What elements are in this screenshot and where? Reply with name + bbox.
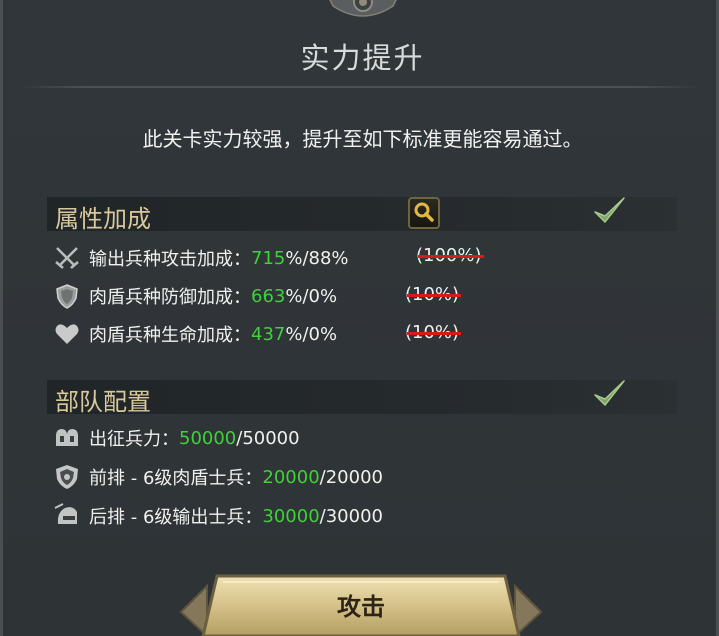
attack-button-label: 攻击 xyxy=(337,593,385,621)
troop-section-header: 部队配置 xyxy=(47,380,677,416)
troop-row-front: 前排 - 6级肉盾士兵： 20000/20000 xyxy=(53,462,383,492)
strike-line xyxy=(407,331,462,335)
attribute-target-value: %/88% xyxy=(285,247,349,269)
attribute-row-defense: 肉盾兵种防御加成： 663 %/0% xyxy=(53,281,337,311)
attack-button-wrap: 攻击 xyxy=(179,572,543,636)
attribute-row-health: 肉盾兵种生命加成： 437 %/0% xyxy=(53,319,337,349)
troop-label: 后排 - 6级输出士兵： xyxy=(89,507,263,528)
page-title: 实力提升 xyxy=(300,41,425,75)
strike-line xyxy=(418,254,484,258)
helmet-group-icon xyxy=(56,429,78,446)
troop-row-total: 出征兵力： 50000/50000 xyxy=(53,423,300,453)
attribute-label: 肉盾兵种防御加成： xyxy=(89,287,251,308)
magnifier-button[interactable] xyxy=(408,197,440,229)
magnifier-icon xyxy=(414,202,434,222)
crossed-swords-icon xyxy=(55,247,79,269)
strength-panel: 实力提升 此关卡实力较强，提升至如下标准更能容易通过。 属性加成 输出兵种攻击加… xyxy=(0,0,719,636)
attribute-label: 输出兵种攻击加成： xyxy=(89,249,251,270)
archer-helmet-icon xyxy=(54,503,77,524)
troop-current-value: 20000 xyxy=(262,466,320,488)
troop-target-value: /50000 xyxy=(236,427,300,449)
attribute-row-attack: 输出兵种攻击加成： 715 %/88% xyxy=(53,243,349,273)
attribute-current-value: 663 xyxy=(251,285,286,307)
troop-check-icon xyxy=(594,380,625,406)
top-ornament xyxy=(329,0,397,17)
shield-icon xyxy=(56,284,78,309)
attribute-label: 肉盾兵种生命加成： xyxy=(89,325,251,346)
heart-icon xyxy=(55,324,79,344)
troop-section-label: 部队配置 xyxy=(55,388,151,416)
troop-current-value: 50000 xyxy=(179,427,237,449)
struck-bonus-defense: (10%) xyxy=(405,284,462,305)
troop-target-value: /20000 xyxy=(319,466,383,488)
troop-label: 前排 - 6级肉盾士兵： xyxy=(89,468,263,489)
troop-label: 出征兵力： xyxy=(89,429,179,450)
shield-badge-icon xyxy=(56,465,78,489)
attribute-section-label: 属性加成 xyxy=(55,205,151,233)
attribute-target-value: %/0% xyxy=(285,285,338,307)
struck-bonus-health: (10%) xyxy=(405,322,462,343)
struck-bonus-attack: (100%) xyxy=(416,245,484,266)
attribute-current-value: 437 xyxy=(251,323,286,345)
troop-row-back: 后排 - 6级输出士兵： 30000/30000 xyxy=(53,501,383,531)
title-divider xyxy=(17,86,702,88)
troop-current-value: 30000 xyxy=(262,505,320,527)
attribute-target-value: %/0% xyxy=(285,323,338,345)
attribute-current-value: 715 xyxy=(251,247,286,269)
attribute-check-icon xyxy=(594,197,625,223)
troop-target-value: /30000 xyxy=(319,505,383,527)
attribute-section-header: 属性加成 xyxy=(47,197,677,233)
description-text: 此关卡实力较强，提升至如下标准更能容易通过。 xyxy=(142,127,583,151)
strike-line xyxy=(407,293,462,297)
